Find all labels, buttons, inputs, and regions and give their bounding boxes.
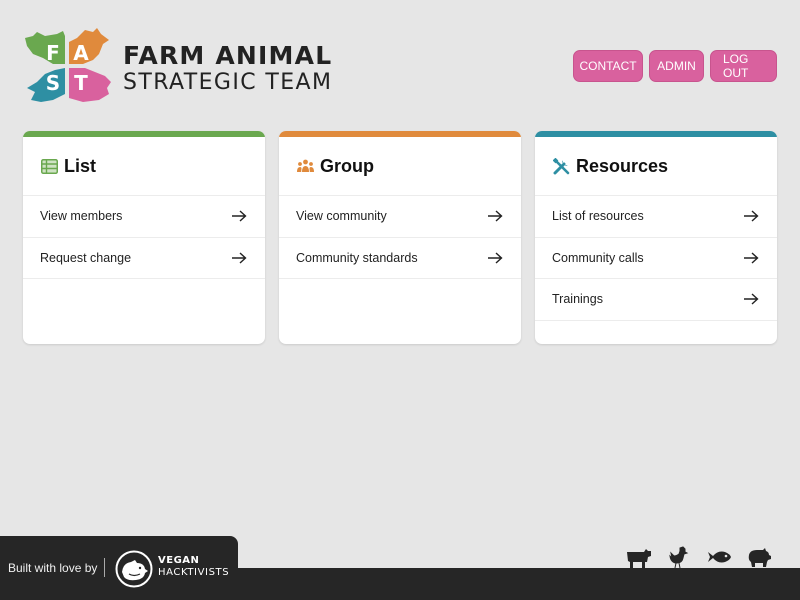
logo-letter-t: T — [74, 71, 88, 95]
tools-icon — [552, 157, 570, 175]
link-view-community[interactable]: View community — [279, 196, 521, 238]
vegan-hacktivists-wordmark[interactable]: VEGAN HACKTIVISTS — [158, 555, 229, 579]
fast-logo[interactable]: F A S T FARM ANIMAL STRATEGIC TEAM — [23, 28, 333, 104]
card-header: Resources — [535, 137, 777, 196]
arrow-right-icon — [744, 252, 759, 264]
link-label: View members — [40, 209, 123, 224]
org-name-line-2: HACKTIVISTS — [158, 567, 230, 578]
admin-button[interactable]: ADMIN — [649, 50, 704, 82]
built-with-love-text: Built with love by — [8, 561, 98, 575]
link-label: Trainings — [552, 292, 603, 307]
arrow-right-icon — [488, 210, 503, 222]
top-nav: CONTACT ADMIN LOG OUT — [573, 50, 777, 82]
logo-letter-s: S — [46, 71, 60, 95]
card-group: Group View community Community standards — [279, 131, 521, 344]
link-label: View community — [296, 209, 387, 224]
chicken-icon — [669, 546, 689, 568]
org-name-line-1: VEGAN — [158, 555, 200, 566]
footer-animals — [626, 546, 772, 568]
arrow-right-icon — [488, 252, 503, 264]
link-label: Community standards — [296, 250, 418, 265]
card-title: Resources — [576, 155, 669, 176]
card-header: List — [23, 137, 265, 196]
arrow-right-icon — [744, 293, 759, 305]
pig-icon — [748, 548, 771, 567]
contact-button[interactable]: CONTACT — [573, 50, 643, 82]
card-header: Group — [279, 137, 521, 196]
link-list-of-resources[interactable]: List of resources — [535, 196, 777, 238]
users-icon — [296, 157, 314, 175]
card-list: List View members Request change — [23, 131, 265, 344]
logo-wordmark: FARM ANIMAL STRATEGIC TEAM — [123, 42, 332, 96]
arrow-right-icon — [232, 252, 247, 264]
link-request-change[interactable]: Request change — [23, 238, 265, 279]
logo-letter-a: A — [73, 41, 89, 65]
link-label: List of resources — [552, 209, 644, 224]
card-resources: Resources List of resources Community ca… — [535, 131, 777, 344]
fish-icon — [708, 551, 731, 563]
card-title: List — [64, 155, 97, 176]
link-view-members[interactable]: View members — [23, 196, 265, 238]
cow-icon — [627, 549, 651, 568]
link-community-calls[interactable]: Community calls — [535, 238, 777, 279]
footer-divider — [104, 558, 105, 577]
arrow-right-icon — [744, 210, 759, 222]
arrow-right-icon — [232, 210, 247, 222]
link-label: Request change — [40, 250, 132, 265]
logo-line-2: STRATEGIC TEAM — [123, 70, 333, 95]
header: F A S T FARM ANIMAL STRATEGIC TEAM CONTA… — [0, 0, 800, 120]
logo-line-1: FARM ANIMAL — [123, 41, 333, 70]
logo-letter-f: F — [46, 41, 60, 65]
fast-logo-mark-icon: F A S T — [25, 28, 111, 102]
vegan-hacktivists-logo-icon[interactable] — [115, 550, 153, 588]
link-community-standards[interactable]: Community standards — [279, 238, 521, 279]
link-label: Community calls — [552, 250, 644, 265]
table-icon — [40, 157, 58, 175]
logout-button[interactable]: LOG OUT — [710, 50, 777, 82]
card-title: Group — [320, 155, 374, 176]
dashboard-cards: List View members Request change Group V… — [23, 131, 777, 344]
link-trainings[interactable]: Trainings — [535, 279, 777, 321]
